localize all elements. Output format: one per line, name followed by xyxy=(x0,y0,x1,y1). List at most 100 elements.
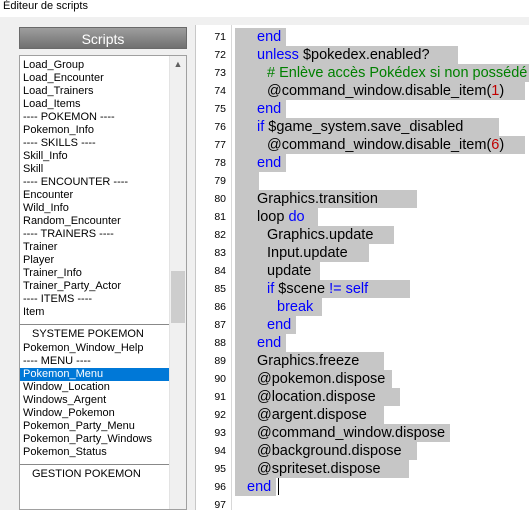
code-text: if $game_system.save_disabled xyxy=(257,118,463,136)
code-line[interactable]: 82 Graphics.update xyxy=(196,226,529,244)
list-item[interactable]: Trainer xyxy=(20,241,170,254)
code-line[interactable]: 72 unless $pokedex.enabled? xyxy=(196,46,529,64)
list-item[interactable]: Load_Trainers xyxy=(20,85,170,98)
code-line[interactable]: 81 loop do xyxy=(196,208,529,226)
list-item[interactable]: ---- SKILLS ---- xyxy=(20,137,170,150)
code-line[interactable]: 93 @command_window.dispose xyxy=(196,424,529,442)
code-token: update xyxy=(267,263,312,279)
list-item[interactable]: Load_Group xyxy=(20,59,170,72)
code-token: @spriteset.dispose xyxy=(257,461,381,477)
line-number: 96 xyxy=(214,481,226,493)
list-item[interactable]: Pokemon_Info xyxy=(20,124,170,137)
list-item[interactable]: Trainer_Info xyxy=(20,267,170,280)
code-line[interactable]: 90 @pokemon.dispose xyxy=(196,370,529,388)
code-text: unless $pokedex.enabled? xyxy=(257,46,430,64)
code-text: @command_window.disable_item(1) xyxy=(267,82,504,100)
list-item[interactable]: Pokemon_Menu xyxy=(20,368,170,381)
code-text: @spriteset.dispose xyxy=(257,460,381,478)
list-item[interactable]: Load_Encounter xyxy=(20,72,170,85)
code-line[interactable]: 76 if $game_system.save_disabled xyxy=(196,118,529,136)
list-item[interactable]: Pokemon_Window_Help xyxy=(20,342,170,355)
list-item[interactable]: Random_Encounter xyxy=(20,215,170,228)
list-item[interactable]: Pokemon_Party_Menu xyxy=(20,420,170,433)
line-number: 82 xyxy=(214,229,226,241)
list-item[interactable]: Item xyxy=(20,306,170,319)
line-number: 87 xyxy=(214,319,226,331)
script-list[interactable]: Load_Group Load_Encounter Load_Trainers Loa… xyxy=(19,55,187,510)
code-line[interactable]: 95 @spriteset.dispose xyxy=(196,460,529,478)
code-line[interactable]: 91 @location.dispose xyxy=(196,388,529,406)
list-item[interactable]: Window_Pokemon xyxy=(20,407,170,420)
code-line[interactable]: 86 break xyxy=(196,298,529,316)
code-line[interactable]: 92 @argent.dispose xyxy=(196,406,529,424)
text-caret xyxy=(277,478,279,495)
line-number: 93 xyxy=(214,427,226,439)
line-number: 77 xyxy=(214,139,226,151)
code-editor[interactable]: 71 end 72 unless $pokedex.enabled? 73 # Enlèv… xyxy=(195,25,529,510)
code-text xyxy=(247,172,251,190)
keyword-token: end xyxy=(247,479,272,495)
list-item[interactable]: Skill xyxy=(20,163,170,176)
list-item[interactable]: Encounter xyxy=(20,189,170,202)
code-text: @command_window.disable_item(6) xyxy=(267,136,504,154)
code-token: Input.update xyxy=(267,245,348,261)
list-item[interactable]: ---- TRAINERS ---- xyxy=(20,228,170,241)
line-number: 81 xyxy=(214,211,226,223)
list-item[interactable]: ---- MENU ---- xyxy=(20,355,170,368)
code-line[interactable]: 71 end xyxy=(196,28,529,46)
code-line[interactable]: 84 update xyxy=(196,262,529,280)
code-text: end xyxy=(267,316,291,334)
code-line[interactable]: 78 end xyxy=(196,154,529,172)
line-number: 86 xyxy=(214,301,226,313)
code-token: ) xyxy=(499,137,505,153)
list-item[interactable]: Window_Location xyxy=(20,381,170,394)
list-item[interactable]: Windows_Argent xyxy=(20,394,170,407)
code-text: Graphics.update xyxy=(267,226,373,244)
code-line[interactable]: 88 end xyxy=(196,334,529,352)
list-scrollbar[interactable]: ▲ xyxy=(169,56,186,509)
code-line[interactable]: 87 end xyxy=(196,316,529,334)
keyword-token: unless xyxy=(257,47,299,63)
code-text: end xyxy=(257,154,281,172)
code-line[interactable]: 94 @background.dispose xyxy=(196,442,529,460)
list-item[interactable]: Pokemon_Party_Windows xyxy=(20,433,170,446)
line-number: 79 xyxy=(214,175,226,187)
code-line[interactable]: 80 Graphics.transition xyxy=(196,190,529,208)
code-line[interactable]: 83 Input.update xyxy=(196,244,529,262)
line-number: 92 xyxy=(214,409,226,421)
list-item[interactable]: Load_Items xyxy=(20,98,170,111)
list-section-header[interactable]: GESTION POKEMON xyxy=(20,464,170,482)
list-item[interactable]: Pokemon_Status xyxy=(20,446,170,459)
code-line[interactable]: 89 Graphics.freeze xyxy=(196,352,529,370)
list-item[interactable]: ---- ITEMS ---- xyxy=(20,293,170,306)
line-number: 95 xyxy=(214,463,226,475)
code-line[interactable]: 96 end xyxy=(196,478,529,496)
list-section-header[interactable]: SYSTEME POKEMON xyxy=(20,324,170,342)
code-line[interactable]: 74 @command_window.disable_item(1) xyxy=(196,82,529,100)
code-line[interactable]: 75 end xyxy=(196,100,529,118)
line-number: 78 xyxy=(214,157,226,169)
code-line[interactable]: 79 xyxy=(196,172,529,190)
list-item[interactable]: ---- ENCOUNTER ---- xyxy=(20,176,170,189)
keyword-token: end xyxy=(257,335,282,351)
keyword-token: != xyxy=(329,281,342,297)
line-number: 83 xyxy=(214,247,226,259)
list-item[interactable]: ---- POKEMON ---- xyxy=(20,111,170,124)
scrollbar-thumb[interactable] xyxy=(171,271,185,323)
keyword-token: end xyxy=(267,317,292,333)
list-item[interactable]: Skill_Info xyxy=(20,150,170,163)
code-line[interactable]: 85 if $scene != self xyxy=(196,280,529,298)
code-token: @command_window.disable_item( xyxy=(267,83,492,99)
code-text: end xyxy=(257,28,281,46)
scroll-up-icon[interactable]: ▲ xyxy=(170,56,186,73)
code-line[interactable]: 73 # Enlève accès Pokédex si non possédé xyxy=(196,64,529,82)
code-text: Graphics.transition xyxy=(257,190,378,208)
list-item[interactable]: Trainer_Party_Actor xyxy=(20,280,170,293)
code-line[interactable]: 77 @command_window.disable_item(6) xyxy=(196,136,529,154)
code-token: loop xyxy=(257,209,289,225)
list-item[interactable]: Player xyxy=(20,254,170,267)
line-number: 91 xyxy=(214,391,226,403)
code-text: break xyxy=(277,298,313,316)
list-item[interactable]: Wild_Info xyxy=(20,202,170,215)
